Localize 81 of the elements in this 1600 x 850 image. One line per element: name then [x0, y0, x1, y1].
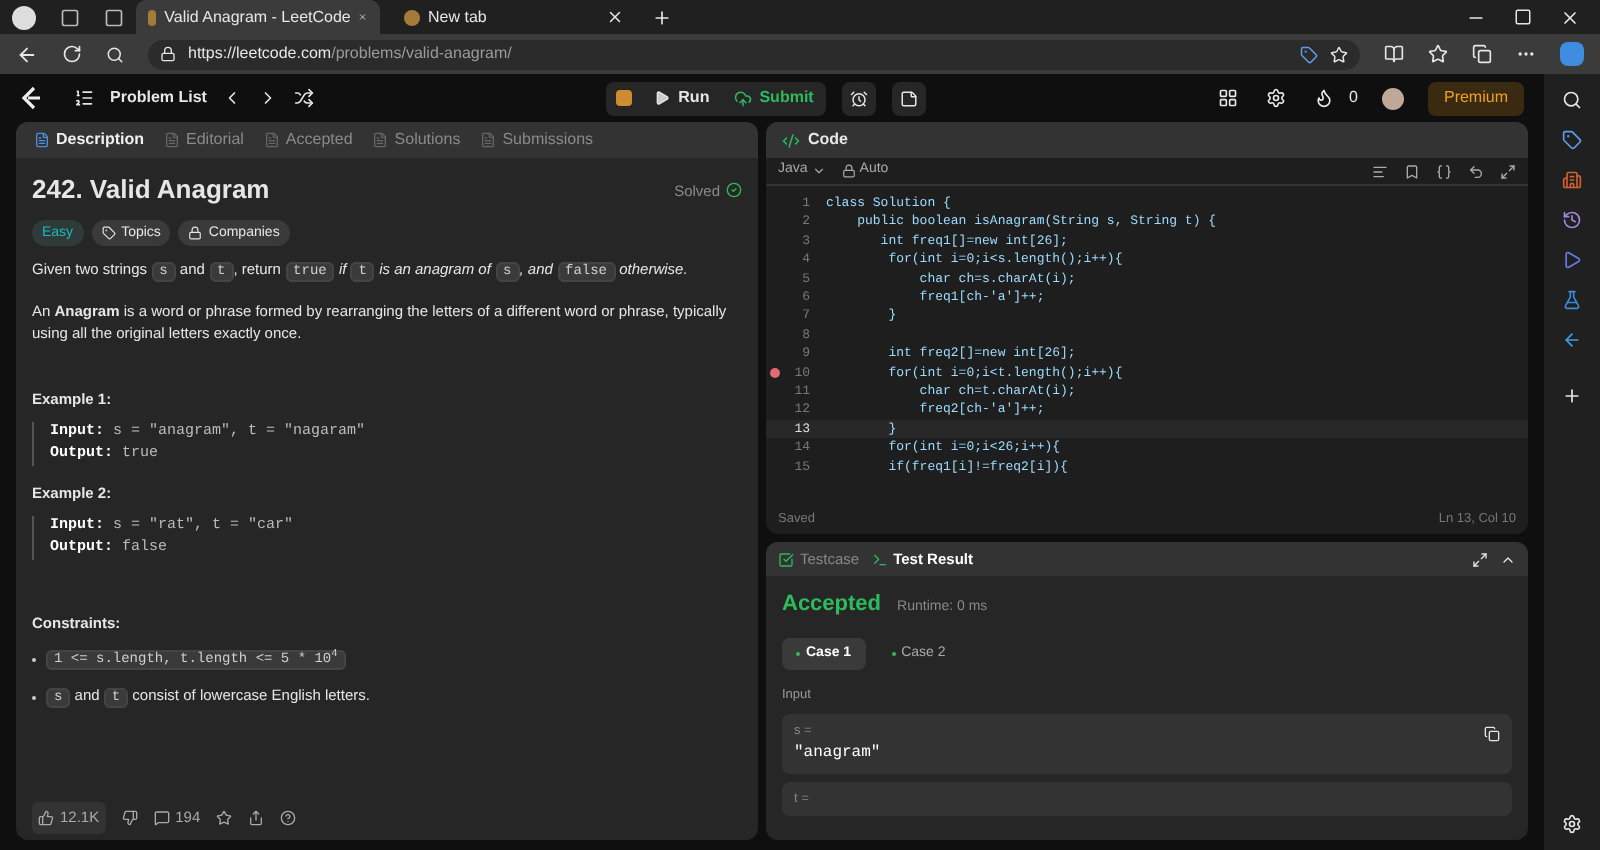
streak-icon[interactable] [1313, 88, 1334, 108]
chevron-down-icon [811, 164, 826, 178]
workspaces-icon[interactable] [60, 7, 80, 27]
bookmark-icon[interactable] [1404, 163, 1420, 179]
add-icon[interactable] [1562, 386, 1582, 406]
comment-icon [153, 810, 170, 826]
document-icon [480, 132, 497, 148]
close-icon[interactable] [1560, 7, 1580, 27]
panel-tab[interactable]: Accepted [257, 128, 359, 152]
notes-button[interactable] [891, 81, 926, 115]
reset-icon[interactable] [1468, 163, 1484, 179]
favorite-icon[interactable] [216, 810, 233, 826]
address-bar[interactable]: https://leetcode.com/problems/valid-anagram/ [148, 39, 1360, 69]
problem-title: 242. Valid Anagram [32, 174, 270, 206]
panel-tab[interactable]: Submissions [474, 128, 600, 152]
reload-icon[interactable] [62, 44, 82, 64]
tab-actions-icon[interactable] [104, 7, 124, 27]
browser-tab[interactable]: New tab [392, 0, 636, 34]
tab-title: New tab [428, 5, 489, 29]
collections-icon[interactable] [1472, 44, 1492, 64]
expand-icon[interactable] [1500, 163, 1516, 179]
upload-icon [733, 89, 752, 107]
lock-icon [841, 164, 856, 178]
panel-tab[interactable]: Solutions [366, 128, 467, 152]
back-icon[interactable] [16, 43, 38, 65]
lock-icon [188, 226, 203, 240]
split-screen-icon[interactable] [1384, 44, 1404, 64]
expand-icon[interactable] [1472, 551, 1488, 567]
avatar[interactable] [1381, 87, 1404, 109]
check-icon [726, 182, 742, 198]
panel-title: Code [808, 128, 848, 152]
document-icon [372, 132, 389, 148]
panel-tab[interactable]: Editorial [158, 128, 250, 152]
logo-icon[interactable] [20, 86, 42, 110]
note-icon [899, 89, 918, 107]
profile-icon [12, 5, 36, 29]
tag-icon[interactable] [1300, 45, 1318, 63]
streak-count: 0 [1349, 86, 1358, 110]
search-icon[interactable] [1562, 90, 1582, 110]
copy-icon[interactable] [1484, 725, 1500, 742]
document-icon [34, 132, 50, 148]
checkbox-icon [778, 551, 794, 567]
code-icon [782, 131, 800, 149]
close-icon[interactable] [606, 8, 624, 26]
tag-icon[interactable] [1562, 130, 1582, 150]
thumbs-up-icon [38, 810, 54, 826]
play-icon [654, 90, 671, 106]
tag-icon [101, 226, 116, 240]
submit-button[interactable]: Submit [721, 81, 826, 115]
run-button[interactable]: Run [642, 81, 722, 115]
search-icon[interactable] [106, 45, 124, 63]
premium-button[interactable]: Premium [1427, 81, 1524, 115]
terminal-icon [871, 551, 888, 567]
play-icon[interactable] [1562, 250, 1582, 270]
timer-button[interactable] [841, 81, 876, 115]
settings-icon[interactable] [1562, 814, 1582, 834]
dislike-icon[interactable] [121, 810, 138, 826]
favorites-icon[interactable] [1428, 44, 1448, 64]
document-icon [263, 132, 280, 148]
list-icon [74, 88, 94, 108]
document-icon [164, 132, 181, 148]
browser-tab[interactable]: Valid Anagram - LeetCode [136, 0, 380, 34]
problem-list-link[interactable]: Problem List [110, 86, 207, 110]
share-icon[interactable] [248, 810, 265, 826]
new-tab-icon[interactable] [652, 7, 672, 27]
maximize-icon[interactable] [1514, 8, 1532, 26]
input-value: "anagram" [794, 741, 881, 765]
shuffle-icon[interactable] [294, 88, 315, 108]
help-icon[interactable] [280, 810, 297, 826]
lock-icon [160, 46, 176, 62]
favicon-icon [148, 9, 157, 25]
format-icon[interactable] [1372, 163, 1388, 179]
url-text: https://leetcode.com/problems/valid-anagram/ [188, 42, 512, 66]
verdict-text: Accepted [782, 590, 882, 620]
favicon-icon [404, 9, 420, 25]
tab-title: Valid Anagram - LeetCode [164, 5, 351, 29]
layout-icon[interactable] [1217, 88, 1238, 108]
alarm-clock-icon [849, 89, 868, 107]
braces-icon[interactable] [1436, 163, 1452, 179]
panel-tab[interactable]: Description [28, 128, 151, 152]
settings-icon[interactable] [1265, 88, 1286, 108]
